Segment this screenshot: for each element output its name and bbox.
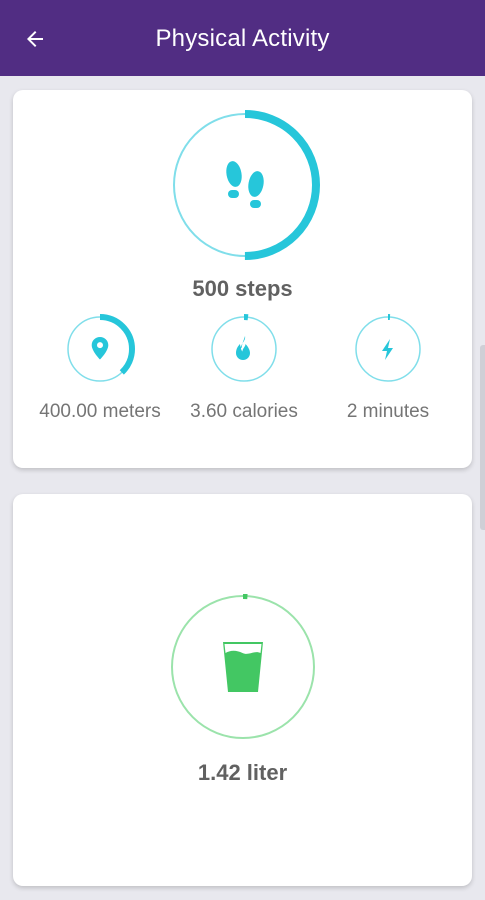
water-amount: 1.42 liter [197, 760, 288, 785]
footprints-icon [226, 161, 264, 208]
calories-progress-ring [209, 314, 279, 384]
steps-card[interactable]: 500 steps 400.00 meters 3.60 calories 2 … [13, 90, 472, 468]
scrollbar[interactable] [480, 345, 485, 530]
distance-progress-ring [65, 314, 135, 384]
duration-progress-ring [353, 314, 423, 384]
app-bar: Physical Activity [0, 0, 485, 76]
water-card[interactable]: 1.42 liter [13, 494, 472, 886]
glass-of-water-icon [223, 642, 263, 692]
water-progress-ring [170, 594, 316, 740]
steps-count: 500 steps [192, 276, 293, 301]
lightning-icon [382, 339, 393, 360]
steps-progress-ring [170, 110, 320, 260]
distance-label: 400.00 meters [39, 401, 161, 422]
fire-icon [236, 336, 250, 360]
duration-label: 2 minutes [346, 401, 430, 422]
page-title: Physical Activity [155, 25, 330, 52]
location-pin-icon [91, 337, 109, 360]
calories-label: 3.60 calories [190, 401, 298, 422]
